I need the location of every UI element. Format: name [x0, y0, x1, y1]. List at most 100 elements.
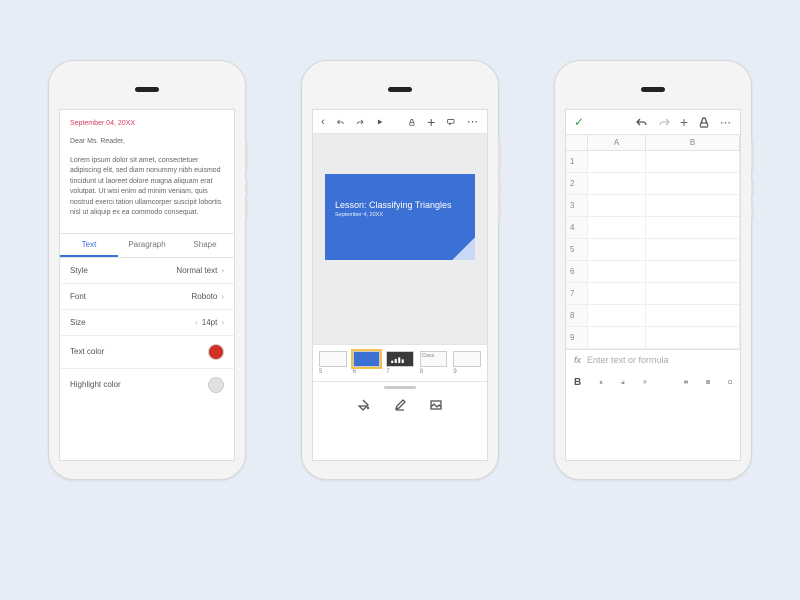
- tab-text[interactable]: Text: [60, 234, 118, 257]
- fill-color-icon[interactable]: [621, 376, 625, 388]
- cell[interactable]: [646, 173, 740, 194]
- cell[interactable]: [646, 327, 740, 348]
- cell[interactable]: [646, 239, 740, 260]
- insert-image-icon[interactable]: [430, 399, 442, 411]
- redo-icon[interactable]: [356, 116, 364, 128]
- row-header[interactable]: 4: [566, 217, 588, 238]
- row-header[interactable]: 8: [566, 305, 588, 326]
- thumb-5[interactable]: 5: [319, 351, 347, 375]
- text-color-swatch[interactable]: [208, 344, 224, 360]
- redo-icon[interactable]: [658, 116, 670, 128]
- bold-button[interactable]: B: [574, 377, 581, 388]
- vol-down-button: [751, 201, 754, 219]
- size-increase-icon[interactable]: ›: [221, 318, 224, 327]
- power-button: [245, 141, 248, 171]
- slide-canvas[interactable]: Lesson: Classifying Triangles September …: [313, 134, 487, 344]
- style-label: Style: [70, 266, 88, 275]
- row-style[interactable]: Style Normal text›: [60, 258, 234, 284]
- slides-screen: ‹ + ⋯ Lesson: Classifying Triangles Sept…: [312, 109, 488, 461]
- slide-subtitle: September 4, 20XX: [335, 212, 465, 218]
- vol-down-button: [245, 201, 248, 219]
- thumb-6[interactable]: 6: [353, 351, 381, 375]
- row-6[interactable]: 6: [566, 261, 740, 283]
- back-icon[interactable]: ‹: [321, 116, 325, 128]
- row-font[interactable]: Font Roboto›: [60, 284, 234, 310]
- undo-icon[interactable]: [337, 116, 345, 128]
- row-header[interactable]: 7: [566, 283, 588, 304]
- phone-speaker: [641, 87, 665, 92]
- font-value: Roboto: [192, 292, 218, 301]
- phone-slides: ‹ + ⋯ Lesson: Classifying Triangles Sept…: [301, 60, 499, 480]
- row-header[interactable]: 2: [566, 173, 588, 194]
- play-icon[interactable]: [376, 116, 384, 128]
- cell[interactable]: [646, 151, 740, 172]
- formula-bar[interactable]: fx Enter text or formula: [566, 349, 740, 370]
- row-header[interactable]: 1: [566, 151, 588, 172]
- cell-color-icon[interactable]: [728, 376, 732, 388]
- cell[interactable]: [646, 305, 740, 326]
- document-body[interactable]: September 04, 20XX Dear Ms. Reader, Lore…: [60, 110, 234, 233]
- row-3[interactable]: 3: [566, 195, 740, 217]
- row-1[interactable]: 1: [566, 151, 740, 173]
- undo-icon[interactable]: [636, 116, 648, 128]
- highlight-color-swatch[interactable]: [208, 377, 224, 393]
- slide-thumbnails[interactable]: 5 6 7 Class8 9: [313, 344, 487, 382]
- row-7[interactable]: 7: [566, 283, 740, 305]
- current-slide[interactable]: Lesson: Classifying Triangles September …: [325, 174, 475, 260]
- drag-handle[interactable]: [384, 386, 416, 389]
- thumb-8[interactable]: Class8: [420, 351, 448, 375]
- cell[interactable]: [588, 151, 646, 172]
- tab-paragraph[interactable]: Paragraph: [118, 234, 176, 257]
- vol-up-button: [245, 179, 248, 197]
- corner-cell[interactable]: [566, 135, 588, 150]
- cell[interactable]: [588, 305, 646, 326]
- col-header-b[interactable]: B: [646, 135, 740, 150]
- row-4[interactable]: 4: [566, 217, 740, 239]
- row-header[interactable]: 6: [566, 261, 588, 282]
- more-icon[interactable]: ⋯: [720, 116, 732, 129]
- format-icon[interactable]: [408, 116, 416, 128]
- row-8[interactable]: 8: [566, 305, 740, 327]
- phone-speaker: [388, 87, 412, 92]
- row-5[interactable]: 5: [566, 239, 740, 261]
- tab-shape[interactable]: Shape: [176, 234, 234, 257]
- size-decrease-icon[interactable]: ‹: [195, 318, 198, 327]
- cell[interactable]: [588, 195, 646, 216]
- cell[interactable]: [588, 327, 646, 348]
- document-paragraph: Lorem ipsum dolor sit amet, consectetuer…: [70, 156, 224, 219]
- more-icon[interactable]: ⋯: [467, 115, 479, 128]
- thumb-7[interactable]: 7: [386, 351, 414, 375]
- add-icon[interactable]: +: [680, 117, 688, 127]
- accept-icon[interactable]: ✓: [574, 115, 584, 129]
- thumb-9[interactable]: 9: [453, 351, 481, 375]
- cell[interactable]: [646, 195, 740, 216]
- row-highlight-color[interactable]: Highlight color: [60, 369, 234, 401]
- cell[interactable]: [588, 283, 646, 304]
- cell[interactable]: [646, 217, 740, 238]
- format-icon[interactable]: [698, 116, 710, 128]
- text-color-icon[interactable]: [599, 376, 603, 388]
- add-icon[interactable]: +: [427, 117, 435, 127]
- edit-icon[interactable]: [394, 399, 406, 411]
- fill-color-icon[interactable]: [358, 399, 370, 411]
- borders-icon[interactable]: [706, 376, 710, 388]
- row-header[interactable]: 5: [566, 239, 588, 260]
- cell[interactable]: [588, 217, 646, 238]
- comment-icon[interactable]: [447, 116, 455, 128]
- row-text-color[interactable]: Text color: [60, 336, 234, 369]
- row-2[interactable]: 2: [566, 173, 740, 195]
- row-9[interactable]: 9: [566, 327, 740, 349]
- row-header[interactable]: 3: [566, 195, 588, 216]
- document-date: September 04, 20XX: [70, 120, 224, 127]
- cell[interactable]: [646, 283, 740, 304]
- merge-cells-icon[interactable]: [684, 376, 688, 388]
- cell[interactable]: [588, 261, 646, 282]
- cell[interactable]: [588, 239, 646, 260]
- cell[interactable]: [588, 173, 646, 194]
- col-header-a[interactable]: A: [588, 135, 646, 150]
- cell[interactable]: [646, 261, 740, 282]
- spreadsheet-grid[interactable]: A B 123456789: [566, 135, 740, 349]
- row-size[interactable]: Size ‹ 14pt ›: [60, 310, 234, 336]
- align-icon[interactable]: [643, 376, 647, 388]
- row-header[interactable]: 9: [566, 327, 588, 348]
